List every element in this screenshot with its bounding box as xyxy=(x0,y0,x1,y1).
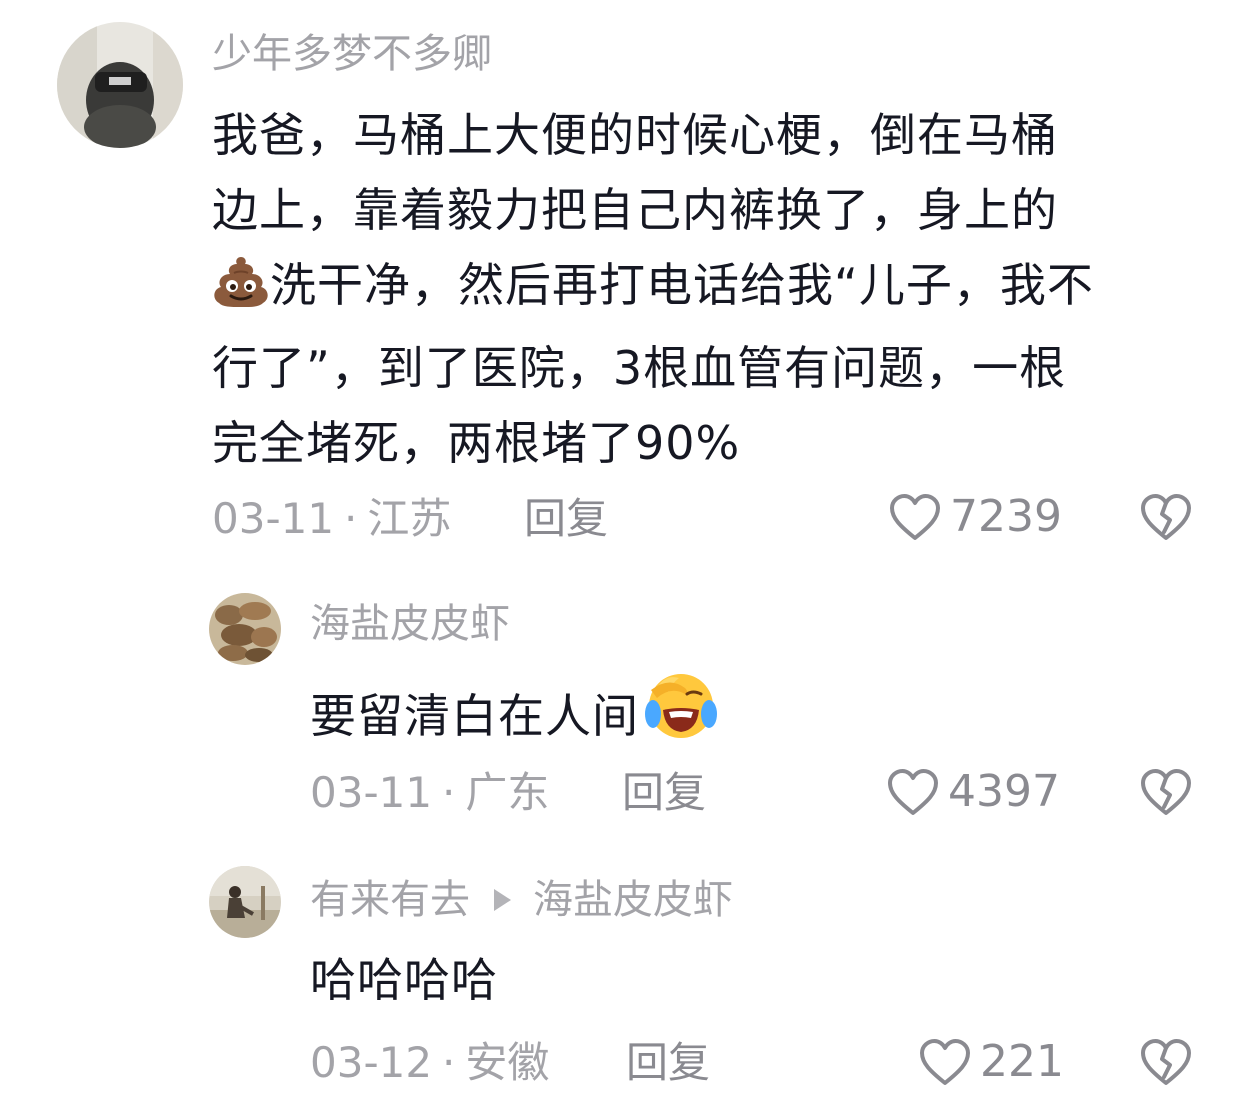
like-count: 221 xyxy=(980,1036,1064,1087)
meta-separator: · xyxy=(442,1038,456,1087)
comment-date: 03-12 xyxy=(310,1038,433,1087)
avatar-image xyxy=(209,866,281,938)
comment-meta: 03-12 · 安徽 xyxy=(310,1038,549,1088)
broken-heart-icon xyxy=(1141,1039,1191,1085)
heart-outline-icon xyxy=(920,1039,970,1085)
avatar[interactable] xyxy=(209,866,281,938)
reply-to-user[interactable]: 海盐皮皮虾 xyxy=(533,877,733,923)
triangle-right-icon xyxy=(494,889,511,911)
reply-button[interactable]: 回复 xyxy=(626,1038,710,1088)
like-button[interactable]: 221 xyxy=(918,1037,1064,1087)
comment-location: 安徽 xyxy=(465,1038,550,1087)
comment-text: 哈哈哈哈 xyxy=(310,943,498,1018)
comment-text-line: 哈哈哈哈 xyxy=(310,953,498,1007)
reply-author[interactable]: 有来有去 xyxy=(310,877,470,923)
dislike-button[interactable] xyxy=(1139,1037,1193,1091)
comment-username: 有来有去 海盐皮皮虾 xyxy=(310,874,733,926)
comment-3: 有来有去 海盐皮皮虾 哈哈哈哈 03-12 · 安徽 回复 221 xyxy=(0,0,1260,1117)
